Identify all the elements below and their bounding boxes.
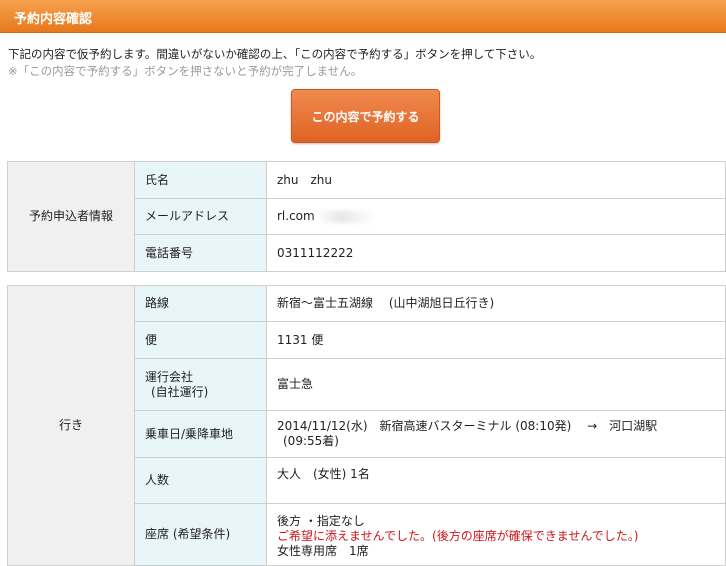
operator-label-line1: 運行会社 (145, 369, 194, 384)
email-cell: rl.com (266, 198, 726, 235)
email-label: メールアドレス (134, 198, 267, 235)
seat-value: 後方 ・指定なし ご希望に添えませんでした。(後方の座席が確保できませんでした。… (266, 503, 726, 566)
seat-value-line3: 女性専用席 1席 (277, 544, 369, 558)
seat-warning: ご希望に添えませんでした。(後方の座席が確保できませんでした。) (277, 529, 639, 543)
seat-label: 座席 (希望条件) (134, 503, 267, 566)
warning-note: ※「この内容で予約する」ボタンを押さないと予約が完了しません。 (8, 64, 363, 78)
phone-label: 電話番号 (134, 234, 267, 272)
instruction-text: 下記の内容で仮予約します。間違いがないか確認の上、「この内容で予約する」ボタンを… (8, 47, 542, 61)
date-value: 2014/11/12(水) 新宿高速バスターミナル (08:10発) → 河口湖… (266, 410, 726, 458)
date-label: 乗車日/乗降車地 (134, 410, 267, 458)
route-label: 路線 (134, 285, 267, 322)
redacted-blur (316, 210, 377, 223)
date-value-line2: (09:55着) (283, 434, 339, 448)
operator-value: 富士急 (266, 358, 726, 411)
page-title: 予約内容確認 (14, 12, 93, 27)
passengers-value: 大人 (女性) 1名 (266, 457, 726, 504)
email-value: rl.com (277, 209, 315, 223)
page-header: 予約内容確認 (0, 0, 726, 33)
name-value: zhu zhu (266, 161, 726, 199)
name-label: 氏名 (134, 161, 267, 199)
outbound-group-label: 行き (7, 285, 135, 566)
operator-label: 運行会社 (自社運行) (134, 358, 267, 411)
applicant-info-table: 予約申込者情報 氏名 zhu zhu メールアドレス rl.com 電話番号 0… (7, 161, 726, 272)
service-value: 1131 便 (266, 321, 726, 359)
route-value: 新宿〜富士五湖線 (山中湖旭日丘行き) (266, 285, 726, 322)
operator-label-line2: (自社運行) (151, 384, 209, 399)
table-row: 行き 路線 新宿〜富士五湖線 (山中湖旭日丘行き) (7, 285, 726, 566)
confirm-reservation-button[interactable]: この内容で予約する (291, 89, 440, 143)
passengers-label: 人数 (134, 457, 267, 504)
table-row: 予約申込者情報 氏名 zhu zhu (7, 161, 726, 272)
service-label: 便 (134, 321, 267, 359)
outbound-info-table: 行き 路線 新宿〜富士五湖線 (山中湖旭日丘行き) 便 1131 便 運行会社 … (7, 285, 726, 566)
phone-value: 0311112222 (266, 234, 726, 272)
seat-value-line1: 後方 ・指定なし (277, 514, 365, 528)
date-value-line1: 2014/11/12(水) 新宿高速バスターミナル (08:10発) → 河口湖… (277, 419, 658, 433)
applicant-group-label: 予約申込者情報 (7, 161, 135, 272)
